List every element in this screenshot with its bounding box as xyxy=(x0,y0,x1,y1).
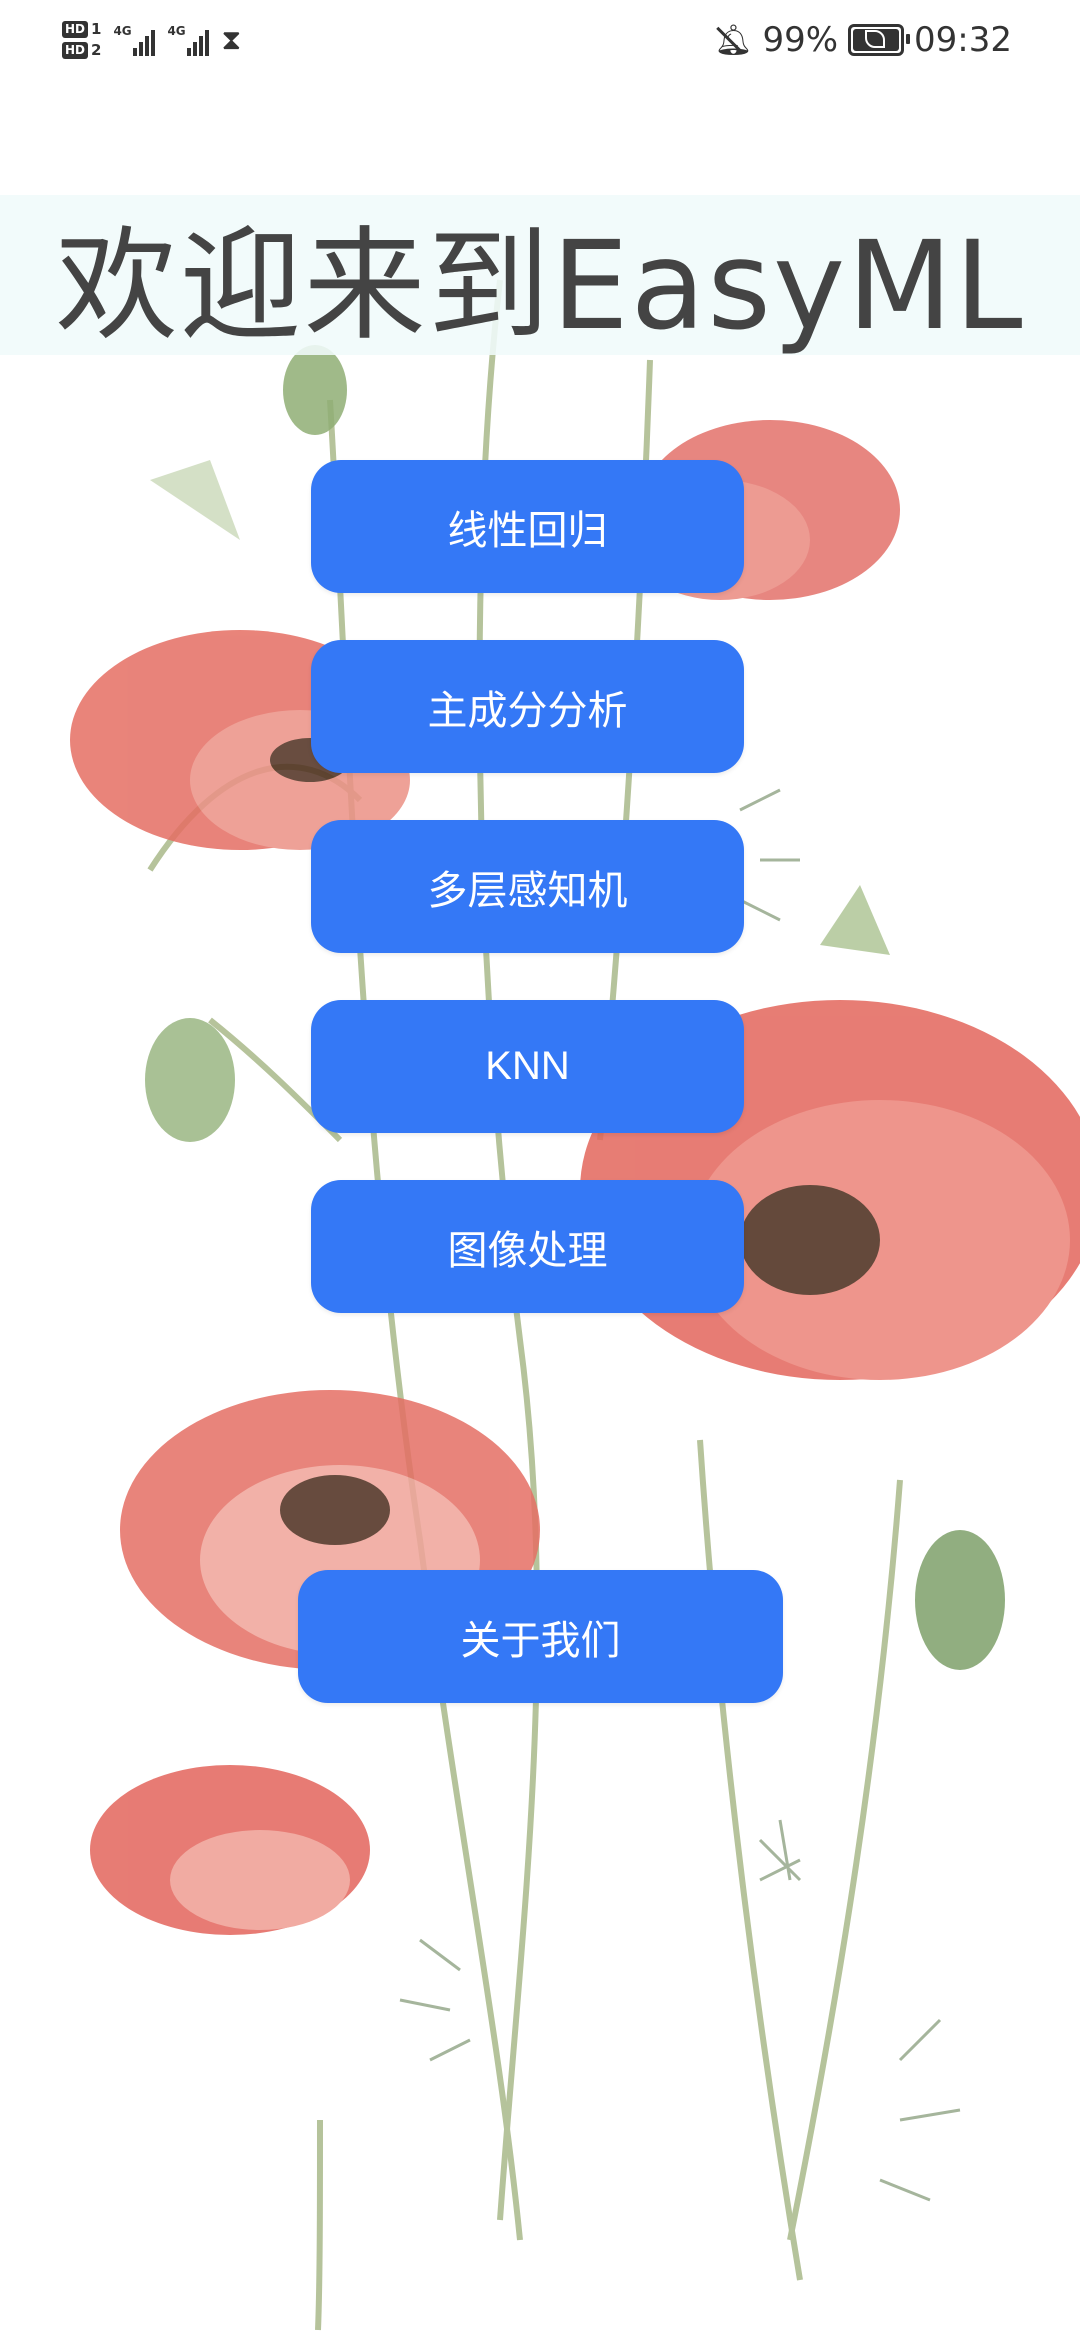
signal-2-icon: 4G xyxy=(167,24,210,56)
sim1-indicator: HD 1 xyxy=(62,21,101,38)
battery-saver-icon xyxy=(848,24,911,56)
signal-1-icon: 4G xyxy=(113,24,156,56)
page-title: 欢迎来到EasyML xyxy=(55,214,1025,357)
linear-regression-button[interactable]: 线性回归 xyxy=(311,460,744,593)
knn-button[interactable]: KNN xyxy=(311,1000,744,1133)
sim2-indicator: HD 2 xyxy=(62,42,101,59)
status-bar-right: 🔔︎ 99% 09:32 xyxy=(714,10,1012,70)
image-processing-button[interactable]: 图像处理 xyxy=(311,1180,744,1313)
sim2-index: 2 xyxy=(91,41,102,59)
network-1-label: 4G xyxy=(113,24,132,38)
battery-percent: 99% xyxy=(762,20,839,60)
pca-button[interactable]: 主成分分析 xyxy=(311,640,744,773)
network-2-label: 4G xyxy=(167,24,186,38)
sim2-hd-badge: HD xyxy=(62,42,89,59)
title-banner: 欢迎来到EasyML xyxy=(0,195,1080,357)
status-bar-left: HD 1 HD 2 4G 4G ⧗ xyxy=(62,10,241,70)
bell-muted-icon: 🔔︎ xyxy=(714,22,753,58)
mlp-button[interactable]: 多层感知机 xyxy=(311,820,744,953)
sim1-hd-badge: HD xyxy=(62,21,89,38)
hourglass-icon: ⧗ xyxy=(221,23,242,56)
status-bar: HD 1 HD 2 4G 4G ⧗ 🔔︎ 99% 09:32 xyxy=(0,0,1080,80)
about-us-button[interactable]: 关于我们 xyxy=(298,1570,783,1703)
clock: 09:32 xyxy=(914,20,1012,60)
sim1-index: 1 xyxy=(91,20,102,38)
sim-indicators: HD 1 HD 2 xyxy=(62,21,101,59)
